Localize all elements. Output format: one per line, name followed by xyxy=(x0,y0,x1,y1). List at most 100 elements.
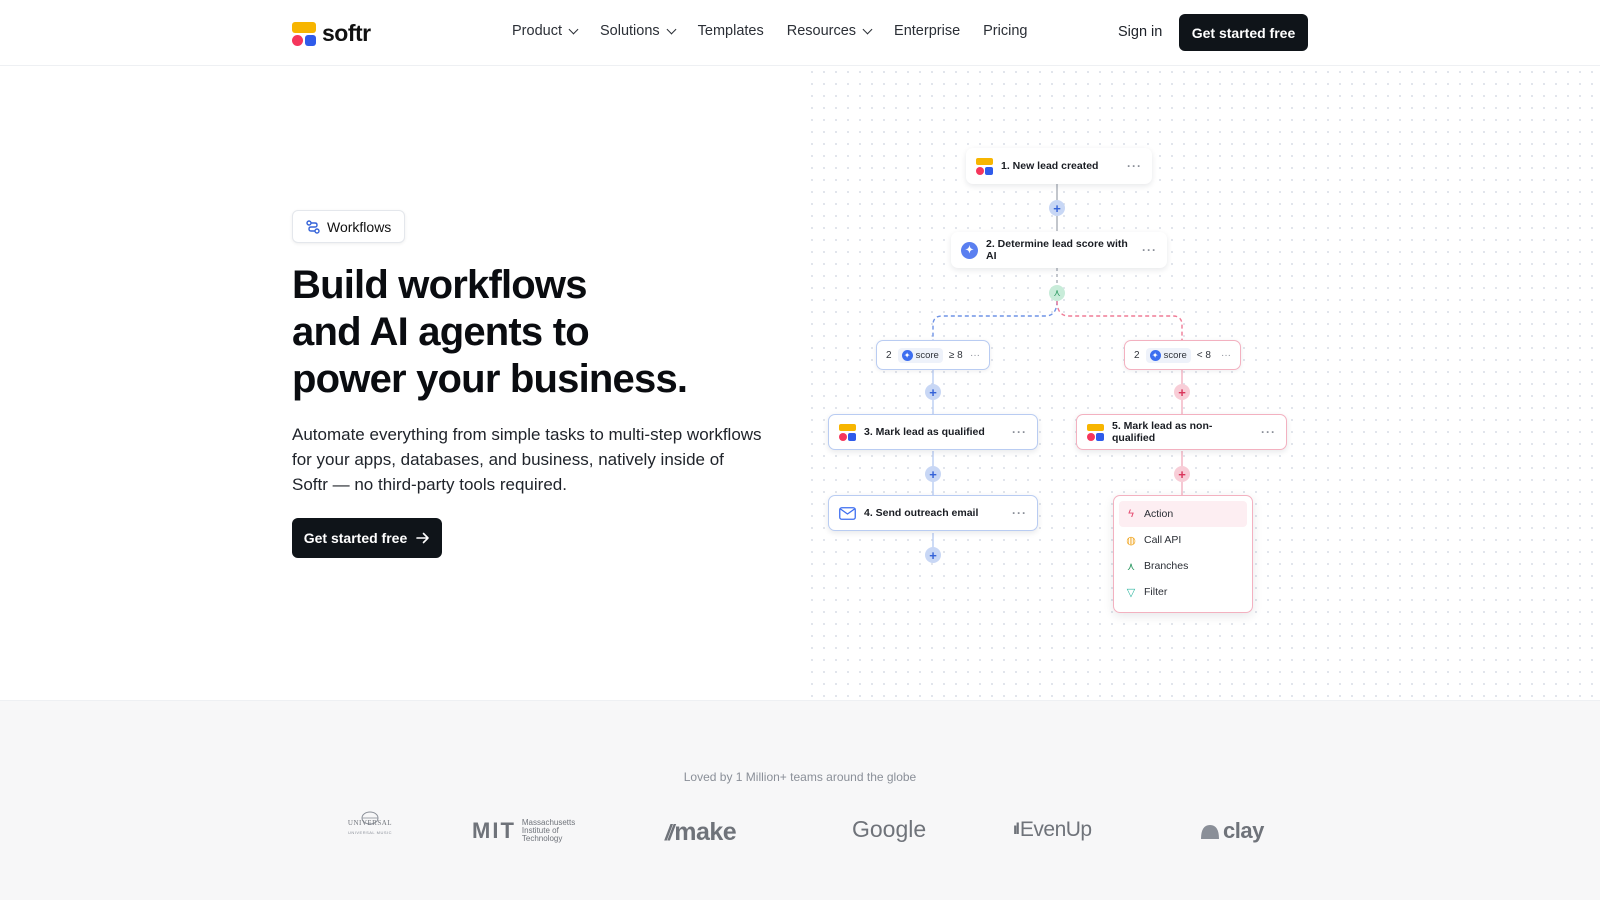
more-options-icon[interactable]: ··· xyxy=(1142,243,1157,257)
softr-icon xyxy=(976,157,993,175)
workflows-badge: Workflows xyxy=(292,210,406,243)
more-options-icon[interactable]: ··· xyxy=(1127,159,1142,173)
social-proof-text: Loved by 1 Million+ teams around the glo… xyxy=(683,770,917,784)
add-step-button[interactable]: + xyxy=(925,384,941,400)
menu-item-call-api[interactable]: ◍ Call API xyxy=(1119,527,1247,553)
branches-icon: ⋏ xyxy=(1126,560,1136,573)
logo-strip xyxy=(0,700,1600,900)
globe-icon: ◍ xyxy=(1126,534,1136,547)
logo-text: softr xyxy=(322,20,371,46)
step-label: 3. Mark lead as qualified xyxy=(864,426,985,438)
more-options-icon[interactable]: ··· xyxy=(1221,350,1231,361)
nav-resources-label: Resources xyxy=(786,23,857,39)
google-logo: Google xyxy=(852,816,927,842)
add-step-button[interactable]: + xyxy=(1049,200,1065,216)
hero-title-line: and AI agents to xyxy=(292,310,590,354)
nav-enterprise-label: Enterprise xyxy=(894,23,961,39)
nav-pricing[interactable]: Pricing xyxy=(983,23,1027,39)
softr-icon xyxy=(839,423,856,441)
workflow-icon xyxy=(306,219,320,234)
menu-item-filter[interactable]: ▽ Filter xyxy=(1119,579,1247,605)
nav-product-label: Product xyxy=(512,23,562,39)
hero-subtitle: Automate everything from simple tasks to… xyxy=(292,425,762,494)
get-started-hero-button[interactable]: Get started free xyxy=(292,518,442,558)
nav-resources[interactable]: Resources xyxy=(786,23,873,39)
score-chip: ✦ score xyxy=(897,347,943,363)
get-started-header-button[interactable]: Get started free xyxy=(1179,14,1308,51)
condition-qualified[interactable]: 2 ✦ score ≥ 8 ··· xyxy=(876,340,990,370)
branch-icon[interactable]: ⋏ xyxy=(1049,285,1065,301)
hero-title-line: power your business. xyxy=(292,357,688,401)
make-mark-icon: // xyxy=(665,819,674,845)
menu-item-branches[interactable]: ⋏ Branches xyxy=(1119,553,1247,579)
step-label: 2. Determine lead score with AI xyxy=(986,238,1128,262)
clay-text: clay xyxy=(1223,818,1264,843)
make-text: make xyxy=(674,818,737,846)
hero-title: Build workflows and AI agents to power y… xyxy=(292,262,792,403)
lightning-icon: ϟ xyxy=(1128,508,1134,520)
menu-item-label: Branches xyxy=(1144,560,1189,572)
filter-icon: ▽ xyxy=(1126,586,1136,599)
make-logo: // make xyxy=(665,818,737,847)
evenup-mark-icon: ıl xyxy=(1013,821,1020,838)
condition-operator: ≥ 8 xyxy=(948,349,963,361)
add-step-button[interactable]: + xyxy=(1174,384,1190,400)
step-send-outreach-email[interactable]: 4. Send outreach email ··· xyxy=(828,495,1038,531)
sign-in-link[interactable]: Sign in xyxy=(1118,24,1162,40)
add-step-menu: ϟ Action ◍ Call API ⋏ Branches ▽ Filter xyxy=(1113,495,1253,613)
evenup-text: EvenUp xyxy=(1019,818,1092,841)
step-mark-qualified[interactable]: 3. Mark lead as qualified ··· xyxy=(828,414,1038,450)
chip-label: score xyxy=(1163,349,1187,361)
condition-operator: < 8 xyxy=(1196,349,1211,361)
universal-text: UNIVERSAL xyxy=(347,819,393,827)
clay-logo: clay xyxy=(1199,818,1264,844)
nav-product[interactable]: Product xyxy=(512,23,579,39)
condition-non-qualified[interactable]: 2 ✦ score < 8 ··· xyxy=(1124,340,1241,370)
mail-icon xyxy=(839,506,856,520)
step-mark-non-qualified[interactable]: 5. Mark lead as non-qualified ··· xyxy=(1076,414,1287,450)
chip-label: score xyxy=(915,349,939,361)
softr-icon xyxy=(1087,423,1104,441)
main-nav: Product Solutions Templates Resources En… xyxy=(512,23,1050,39)
universal-sub-text: UNIVERSAL MUSIC xyxy=(347,830,393,835)
hero-title-line: Build workflows xyxy=(292,263,587,307)
site-header: softr Product Solutions Templates Resour… xyxy=(0,0,1600,66)
step-label: 4. Send outreach email xyxy=(864,507,979,519)
nav-solutions[interactable]: Solutions xyxy=(599,23,677,39)
menu-item-action[interactable]: ϟ Action xyxy=(1119,501,1247,527)
hero-cta-label: Get started free xyxy=(303,530,408,546)
menu-item-label: Filter xyxy=(1144,586,1168,598)
step-label: 5. Mark lead as non-qualified xyxy=(1112,420,1213,444)
more-options-icon[interactable]: ··· xyxy=(1012,506,1027,520)
step-determine-lead-score[interactable]: ✦ 2. Determine lead score with AI ··· xyxy=(951,232,1167,268)
step-label: 1. New lead created xyxy=(1001,160,1099,172)
nav-enterprise[interactable]: Enterprise xyxy=(894,23,960,39)
add-step-button[interactable]: + xyxy=(1174,466,1190,482)
softr-logo[interactable]: softr xyxy=(292,20,371,47)
mit-logo: MIT Massachusetts Institute of Technolog… xyxy=(472,818,575,844)
nav-pricing-label: Pricing xyxy=(983,23,1028,39)
softr-logo-icon xyxy=(292,21,316,46)
nav-solutions-label: Solutions xyxy=(599,23,660,39)
score-chip: ✦ score xyxy=(1145,347,1191,363)
mit-name: Massachusetts Institute of Technology xyxy=(522,819,575,843)
arrow-right-icon xyxy=(416,532,430,544)
more-options-icon[interactable]: ··· xyxy=(1012,425,1027,439)
nav-templates[interactable]: Templates xyxy=(698,23,764,39)
mit-line: Technology xyxy=(521,834,563,843)
add-step-button[interactable]: + xyxy=(925,466,941,482)
add-step-button[interactable]: + xyxy=(925,547,941,563)
menu-item-label: Action xyxy=(1144,508,1174,520)
more-options-icon[interactable]: ··· xyxy=(970,350,980,361)
universal-music-logo: UNIVERSAL UNIVERSAL MUSIC xyxy=(343,811,397,835)
nav-templates-label: Templates xyxy=(697,23,764,39)
clay-mark-icon xyxy=(1201,825,1219,839)
ai-sparkle-icon: ✦ xyxy=(901,349,913,361)
evenup-logo: ıl EvenUp xyxy=(1013,818,1092,842)
more-options-icon[interactable]: ··· xyxy=(1261,425,1276,439)
condition-step-num: 2 xyxy=(886,349,892,361)
chevron-down-icon xyxy=(862,24,873,34)
ai-sparkle-icon: ✦ xyxy=(961,241,978,259)
step-new-lead-created[interactable]: 1. New lead created ··· xyxy=(966,148,1152,184)
chevron-down-icon xyxy=(568,24,579,34)
